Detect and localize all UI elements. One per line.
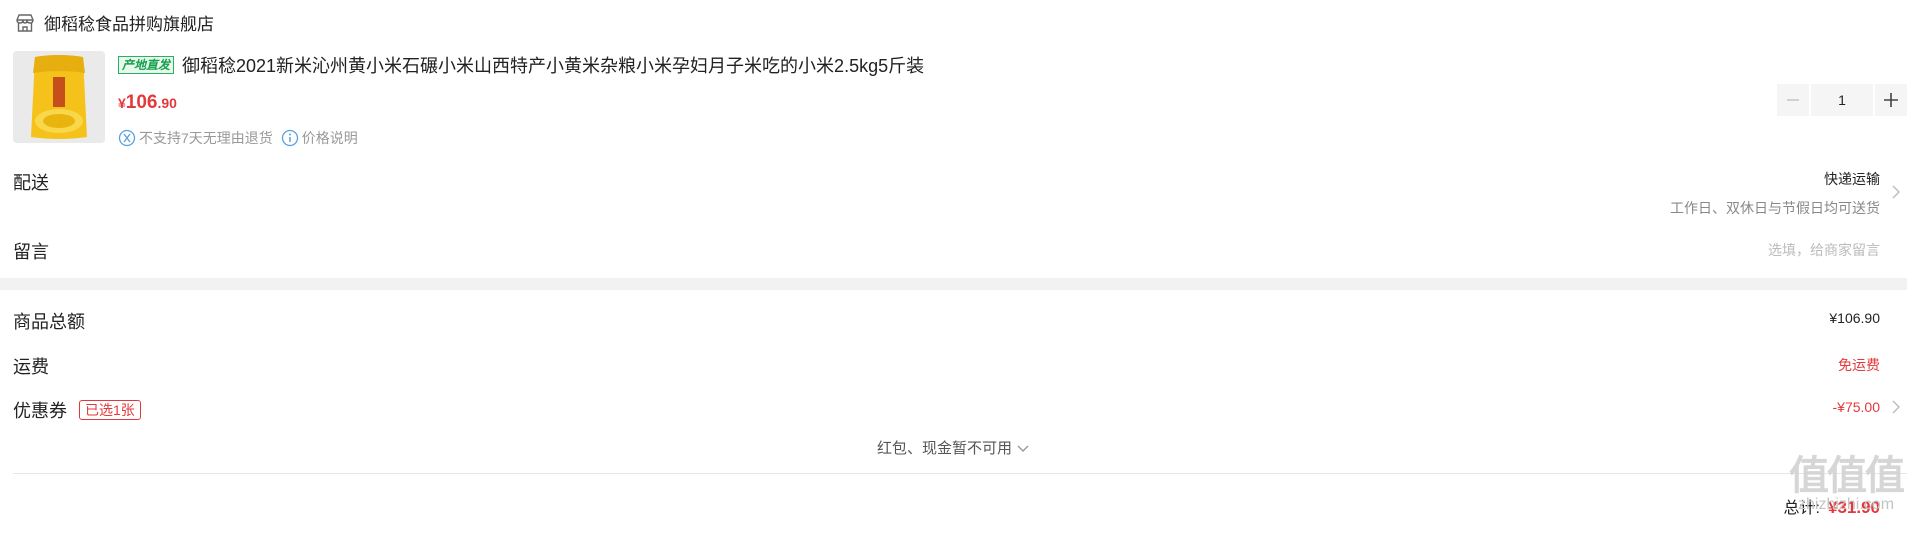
shipping-label: 运费 — [13, 357, 49, 377]
product-price: ¥106.90 — [118, 92, 177, 114]
delivery-chevron-icon[interactable] — [1890, 183, 1902, 201]
product-title-row[interactable]: 产地直发 御稻稔2021新米沁州黄小米石碾小米山西特产小黄米杂粮小米孕妇月子米吃… — [118, 52, 924, 78]
store-icon — [16, 13, 34, 32]
watermark-url: zhizhizhi.com — [1797, 496, 1895, 513]
price-integer: 106 — [125, 92, 158, 113]
goods-total-value: ¥106.90 — [1829, 310, 1880, 326]
coupon-chevron-icon[interactable] — [1890, 398, 1902, 416]
minus-icon — [1787, 99, 1799, 101]
quantity-stepper[interactable]: 1 — [1777, 84, 1907, 116]
delivery-method[interactable]: 快递运输 — [1824, 169, 1880, 189]
no-return-note: 不支持7天无理由退货 — [139, 130, 273, 146]
shipping-value: 免运费 — [1838, 357, 1880, 373]
chevron-down-icon — [1017, 445, 1029, 453]
service-notes: 不支持7天无理由退货 价格说明 — [118, 128, 358, 148]
quantity-input[interactable]: 1 — [1811, 84, 1873, 116]
coupon-row[interactable]: 优惠券 已选1张 — [13, 397, 141, 423]
unavailable-text: 红包、现金暂不可用 — [876, 440, 1012, 457]
origin-tag: 产地直发 — [118, 56, 175, 74]
goods-total-label: 商品总额 — [13, 312, 85, 332]
coupon-badge: 已选1张 — [79, 400, 141, 420]
order-item-card: 御稻稔食品拼购旗舰店 产地直发 御稻稔2021新米沁州黄小米石碾小米山西特产小黄… — [0, 0, 1907, 278]
coupon-value[interactable]: -¥75.00 — [1833, 399, 1880, 415]
watermark-glyphs: 值值值 — [1789, 454, 1905, 498]
delivery-label: 配送 — [13, 173, 49, 193]
divider — [13, 473, 1907, 474]
decrease-button[interactable] — [1777, 84, 1809, 116]
product-title[interactable]: 御稻稔2021新米沁州黄小米石碾小米山西特产小黄米杂粮小米孕妇月子米吃的小米2.… — [182, 52, 924, 78]
product-image[interactable] — [13, 51, 105, 143]
message-label: 留言 — [13, 242, 49, 262]
coupon-label: 优惠券 — [13, 401, 67, 421]
order-summary-card — [0, 290, 1907, 535]
price-explanation-link[interactable]: 价格说明 — [302, 128, 358, 148]
price-currency: ¥ — [118, 95, 126, 111]
store-header[interactable]: 御稻稔食品拼购旗舰店 — [14, 10, 214, 35]
no-return-icon — [118, 129, 136, 147]
message-input[interactable]: 选填，给商家留言 — [1768, 240, 1880, 260]
price-decimal: .90 — [157, 95, 177, 111]
info-icon[interactable] — [281, 129, 299, 147]
delivery-schedule[interactable]: 工作日、双休日与节假日均可送货 — [1670, 198, 1880, 218]
watermark: 值值值 zhizhizhi.com — [1789, 454, 1905, 514]
plus-icon — [1884, 93, 1898, 107]
unavailable-toggle[interactable]: 红包、现金暂不可用 — [0, 437, 1907, 458]
increase-button[interactable] — [1875, 84, 1907, 116]
store-name: 御稻稔食品拼购旗舰店 — [44, 15, 214, 34]
